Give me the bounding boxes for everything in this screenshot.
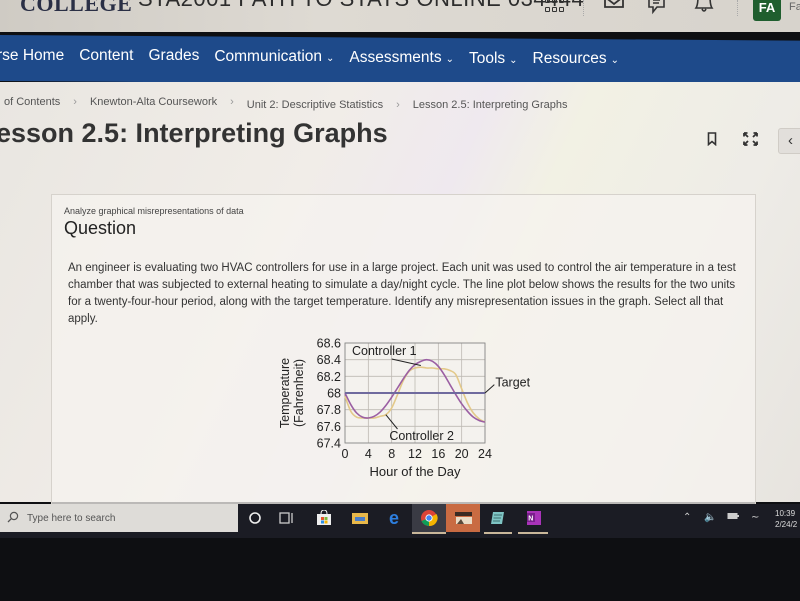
store-icon[interactable] — [315, 509, 333, 527]
notepad-icon[interactable] — [489, 509, 507, 527]
nav-label: Resources — [532, 50, 607, 67]
photos-app-icon[interactable] — [454, 509, 472, 527]
nav-label: Communication — [214, 48, 323, 65]
annotation-leader-target — [484, 384, 495, 394]
breadcrumb-item[interactable]: of Contents — [4, 96, 60, 108]
task-view-icon[interactable] — [278, 509, 296, 527]
nav-item-grades[interactable]: Grades — [148, 44, 199, 68]
x-tick-label: 0 — [342, 447, 349, 461]
chart-svg: 67.4 67.6 67.8 68 68.2 68.4 68.6 0 4 8 12 16 20 24 Hou… — [278, 337, 531, 480]
cortana-icon[interactable] — [246, 509, 264, 527]
page-title: esson 2.5: Interpreting Graphs — [0, 118, 388, 148]
nav-menu: rse Home Content Grades Communication ⌄ A… — [0, 44, 619, 68]
taskbar-search-box[interactable]: Type here to search — [0, 504, 238, 532]
x-tick-label: 12 — [408, 447, 422, 461]
y-tick-label: 68 — [327, 387, 341, 401]
windows-taskbar: Type here to search e N ⌃ 🔈 ∼ 10:39 2/24… — [0, 504, 800, 538]
x-tick-label: 4 — [365, 447, 372, 461]
avatar[interactable]: FA — [753, 0, 781, 21]
breadcrumb-separator-icon: › — [73, 96, 77, 108]
y-tick-label: 67.4 — [317, 437, 341, 451]
x-tick-label: 8 — [388, 447, 395, 461]
header-separator — [737, 0, 738, 16]
nav-item-content[interactable]: Content — [79, 44, 133, 68]
show-hidden-icons-chevron-icon[interactable]: ⌃ — [683, 512, 691, 523]
annotation-controller-2: Controller 2 — [389, 429, 454, 443]
y-tick-label: 67.8 — [317, 403, 341, 417]
y-tick-label: 68.6 — [317, 337, 341, 351]
bookmark-icon[interactable] — [707, 132, 717, 149]
chat-icon[interactable] — [647, 0, 669, 21]
breadcrumb-current: Lesson 2.5: Interpreting Graphs — [412, 99, 568, 111]
nav-label: Content — [79, 47, 134, 64]
network-icon[interactable]: ∼ — [751, 512, 759, 523]
line-chart: 67.4 67.6 67.8 68 68.2 68.4 68.6 0 4 8 12 16 20 24 Hou… — [272, 326, 542, 486]
fullscreen-icon[interactable] — [743, 132, 758, 149]
nav-item-course-home[interactable]: rse Home — [0, 44, 64, 68]
y-tick-label: 68.2 — [317, 370, 341, 384]
x-axis-label: Hour of the Day — [369, 464, 461, 479]
file-explorer-icon[interactable] — [351, 509, 369, 527]
running-indicator — [484, 532, 512, 534]
y-tick-label: 68.4 — [317, 353, 341, 367]
breadcrumb: of Contents › Knewton-Alta Coursework › … — [4, 93, 568, 111]
collapse-panel-button[interactable]: ‹ — [778, 128, 800, 154]
question-subtitle: Analyze graphical misrepresentations of … — [64, 206, 244, 216]
running-indicator — [412, 532, 446, 534]
search-placeholder: Type here to search — [27, 512, 116, 524]
screen: COLLEGE STA2001 PATH TO STATS ONLINE 034… — [0, 0, 800, 601]
breadcrumb-item[interactable]: Unit 2: Descriptive Statistics — [247, 99, 383, 111]
nav-item-assessments[interactable]: Assessments ⌄ — [349, 48, 454, 68]
taskbar-clock[interactable]: 10:39 2/24/2 — [775, 508, 797, 530]
chevron-down-icon: ⌄ — [610, 55, 620, 66]
nav-item-resources[interactable]: Resources ⌄ — [533, 50, 619, 68]
x-tick-label: 24 — [478, 447, 492, 461]
chrome-icon[interactable] — [420, 509, 438, 527]
nav-label: Assessments — [349, 49, 442, 66]
breadcrumb-separator-icon: › — [396, 98, 400, 111]
x-tick-label: 16 — [431, 447, 445, 461]
chevron-down-icon: ⌄ — [445, 54, 454, 65]
top-header: COLLEGE STA2001 PATH TO STATS ONLINE 034… — [0, 0, 800, 32]
chevron-down-icon: ⌄ — [509, 54, 518, 66]
nav-item-communication[interactable]: Communication ⌄ — [214, 46, 334, 68]
clock-date: 2/24/2 — [775, 520, 798, 529]
svg-text:N: N — [528, 516, 533, 523]
breadcrumb-separator-icon: › — [230, 96, 234, 108]
y-axis-label: Temperature — [278, 358, 292, 428]
course-title[interactable]: STA2001 PATH TO STATS ONLINE 034444 — [138, 0, 584, 12]
apps-grid-icon[interactable] — [545, 0, 565, 14]
header-separator — [583, 0, 584, 16]
nav-label: Tools — [468, 49, 506, 67]
mail-icon[interactable] — [603, 0, 625, 16]
battery-icon[interactable] — [727, 512, 739, 523]
breadcrumb-item[interactable]: Knewton-Alta Coursework — [90, 96, 217, 108]
question-text: An engineer is evaluating two HVAC contr… — [68, 262, 736, 325]
nav-item-tools[interactable]: Tools ⌄ — [469, 49, 518, 68]
onenote-icon[interactable]: N — [525, 509, 543, 527]
running-indicator — [518, 532, 548, 534]
college-logo[interactable]: COLLEGE — [20, 0, 132, 17]
chevron-down-icon: ⌄ — [326, 53, 335, 64]
y-tick-label: 67.6 — [317, 420, 341, 434]
x-tick-label: 20 — [455, 447, 469, 461]
edge-icon[interactable]: e — [385, 508, 403, 528]
volume-icon[interactable]: 🔈 — [704, 512, 716, 523]
y-axis-label-unit: (Fahrenheit) — [292, 359, 306, 427]
question-heading: Question — [64, 218, 137, 238]
annotation-target: Target — [495, 376, 530, 390]
clock-time: 10:39 — [775, 509, 796, 518]
nav-label: rse Home — [0, 47, 65, 64]
avatar-name[interactable]: Fa — [789, 1, 800, 13]
bell-icon[interactable] — [694, 0, 714, 21]
search-icon — [7, 511, 19, 526]
chevron-left-icon: ‹ — [788, 132, 793, 149]
nav-label: Grades — [148, 47, 200, 64]
annotation-controller-1: Controller 1 — [352, 344, 417, 358]
